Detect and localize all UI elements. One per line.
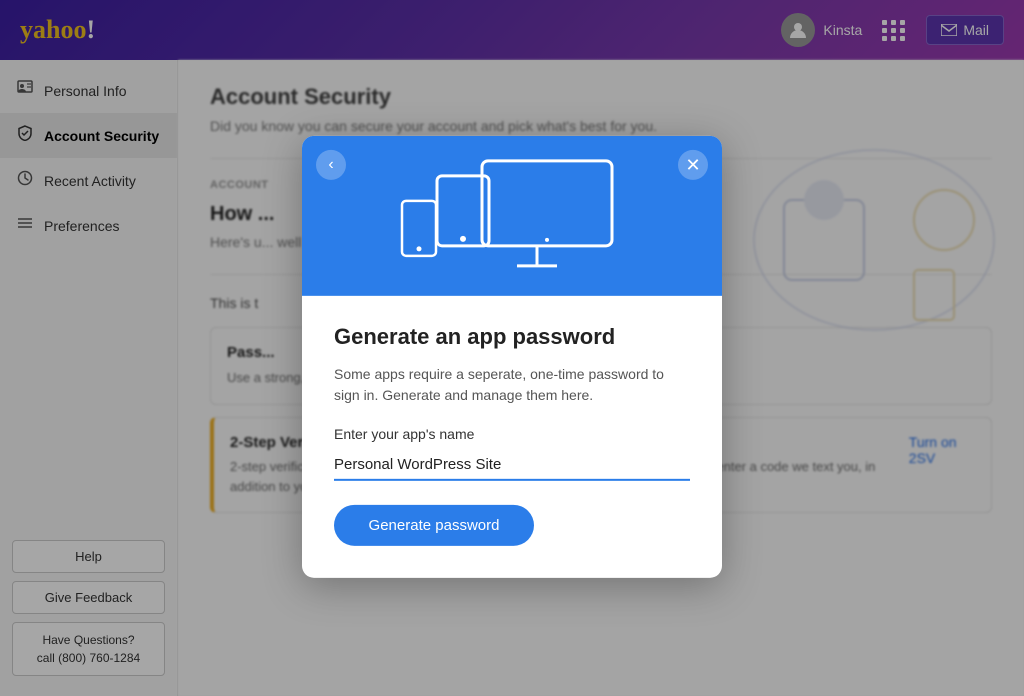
modal-close-button[interactable]: ✕ [678, 150, 708, 180]
modal-body: Generate an app password Some apps requi… [302, 296, 722, 578]
modal-description: Some apps require a seperate, one-time p… [334, 364, 690, 406]
app-password-modal: ‹ ✕ Generate an app password Some apps r… [302, 136, 722, 578]
devices-illustration [382, 151, 642, 281]
modal-back-button[interactable]: ‹ [316, 150, 346, 180]
modal-input-label: Enter your app's name [334, 426, 690, 442]
app-name-input[interactable] [334, 450, 690, 481]
modal-header: ‹ ✕ [302, 136, 722, 296]
modal-title: Generate an app password [334, 324, 690, 350]
generate-password-button[interactable]: Generate password [334, 505, 534, 546]
